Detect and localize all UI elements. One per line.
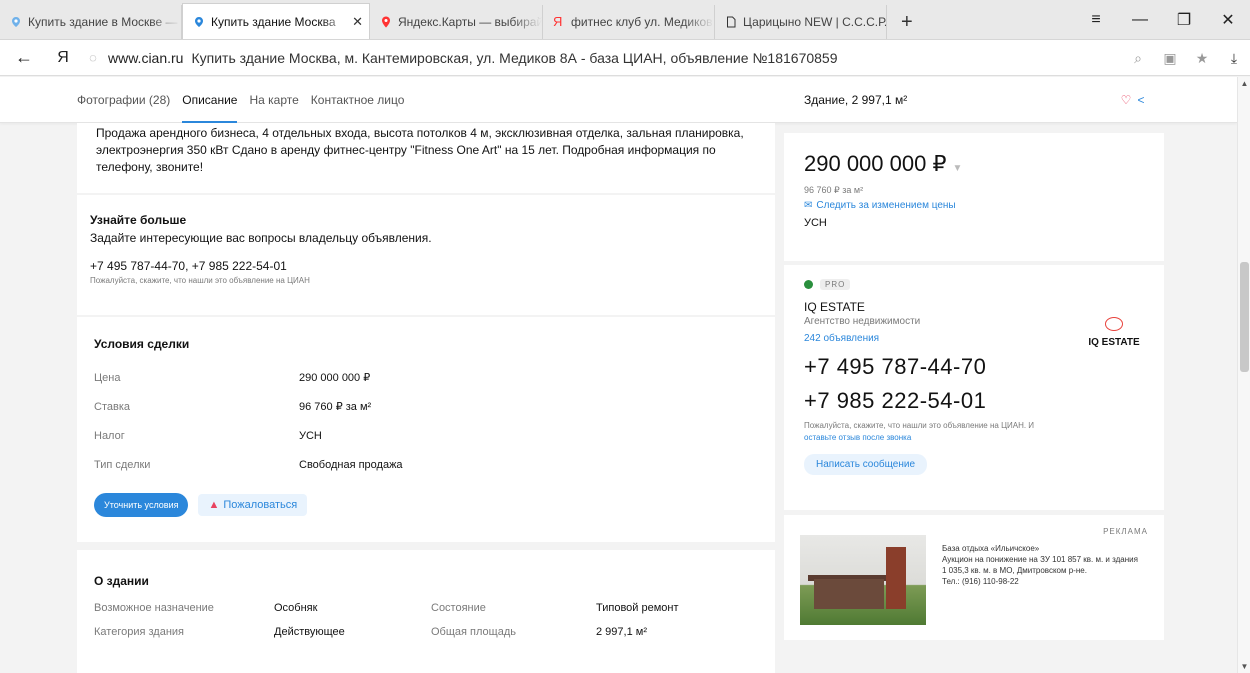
table-row: Налог УСН (94, 429, 322, 442)
building-specs: Возможное назначение Особняк Состояние Т… (94, 602, 679, 638)
download-icon[interactable]: ⤓ (1218, 50, 1250, 67)
description-card: Продажа арендного бизнеса, 4 отдельных в… (77, 123, 775, 193)
address-bar: ← Я ◌ www.cian.ru Купить здание Москва, … (0, 40, 1250, 76)
url-domain[interactable]: www.cian.ru (108, 50, 183, 66)
agent-note: Пожалуйста, скажите, что нашли это объяв… (804, 421, 1035, 442)
tab-yandex-search[interactable]: Я фитнес клуб ул. Медиков (543, 5, 715, 39)
price-amount: 290 000 000 ₽ ▼ (804, 151, 963, 176)
tab-tsaritsyno[interactable]: Царицыно NEW | С.С.С.Р. (715, 5, 887, 39)
search-icon[interactable]: ⌕ (1122, 50, 1154, 67)
tab-yandex-maps[interactable]: Яндекс.Карты — выбирай (370, 5, 543, 39)
owner-phones[interactable]: +7 495 787-44-70, +7 985 222-54-01 (90, 259, 762, 273)
page-content: Продажа арендного бизнеса, 4 отдельных в… (0, 123, 1237, 673)
agent-phone-2[interactable]: +7 985 222-54-01 (804, 388, 1144, 414)
table-row: Тип сделки Свободная продажа (94, 458, 403, 471)
nav-photos[interactable]: Фотографии (28) (77, 77, 170, 123)
deal-terms-title: Условия сделки (94, 337, 190, 351)
agent-name[interactable]: IQ ESTATE (804, 300, 1144, 314)
scrollbar[interactable]: ▲ ▼ (1237, 77, 1250, 673)
maximize-icon[interactable]: ❐ (1162, 10, 1206, 30)
yandex-maps-icon (380, 16, 392, 28)
clarify-terms-button[interactable]: Уточнить условия (94, 493, 189, 517)
nav-contact[interactable]: Контактное лицо (311, 77, 405, 123)
browser-tab-bar: Купить здание в Москве — Купить здание М… (0, 0, 1250, 40)
scrollbar-thumb[interactable] (1240, 262, 1249, 372)
scroll-up-icon[interactable]: ▲ (1238, 79, 1250, 88)
back-arrow-icon[interactable]: ← (0, 47, 48, 68)
close-tab-icon[interactable]: ✕ (352, 14, 363, 30)
agent-phone-1[interactable]: +7 495 787-44-70 (804, 354, 1144, 380)
speech-bubble-icon (1105, 317, 1123, 331)
listing-summary: Здание, 2 997,1 м² (804, 93, 908, 107)
tab-cian-search[interactable]: Купить здание в Москве — (0, 5, 182, 39)
yandex-browser-logo[interactable]: Я (48, 49, 78, 67)
building-title: О здании (94, 574, 149, 588)
bookmark-star-icon[interactable]: ★ (1186, 50, 1218, 67)
learn-more-card: Узнайте больше Задайте интересующие вас … (77, 195, 775, 315)
cian-icon (193, 16, 205, 28)
table-row: Цена 290 000 000 ₽ (94, 371, 371, 385)
menu-icon[interactable]: ≡ (1074, 11, 1118, 29)
ad-image[interactable] (800, 535, 926, 625)
chevron-down-icon[interactable]: ▼ (952, 163, 962, 174)
table-row: Ставка 96 760 ₽ за м² (94, 400, 372, 414)
pro-badge: PRO (804, 279, 1144, 290)
price-per-m2: 96 760 ₽ за м² (804, 185, 864, 195)
scroll-down-icon[interactable]: ▼ (1238, 662, 1250, 671)
reader-icon[interactable]: ▣ (1154, 50, 1186, 67)
close-window-icon[interactable]: ✕ (1206, 10, 1250, 30)
description-text: Продажа арендного бизнеса, 4 отдельных в… (96, 126, 744, 174)
agent-card: PRO IQ ESTATE Агентство недвижимости 242… (784, 265, 1164, 510)
learn-more-title: Узнайте больше (90, 213, 187, 227)
listing-sticky-nav: Фотографии (28) Описание На карте Контак… (0, 77, 1237, 123)
flag-icon: ▲ (208, 499, 220, 511)
nav-map[interactable]: На карте (249, 77, 298, 123)
window-controls: ≡ — ❐ ✕ (1074, 0, 1250, 40)
share-icon[interactable]: < (1132, 91, 1150, 109)
ad-card[interactable]: РЕКЛАМА База отдыха «Ильичское» Аукцион … (784, 515, 1164, 640)
complain-button[interactable]: ▲ Пожаловаться (198, 494, 308, 516)
new-tab-button[interactable]: + (887, 5, 927, 39)
site-info-icon[interactable]: ◌ (78, 50, 108, 65)
nav-description[interactable]: Описание (182, 77, 238, 123)
tab-cian-listing[interactable]: Купить здание Москва ✕ (182, 3, 370, 39)
ad-text: База отдыха «Ильичское» Аукцион на пониж… (942, 544, 1138, 586)
price-card: 290 000 000 ₽ ▼ 96 760 ₽ за м² ✉ Следить з… (784, 133, 1164, 261)
deal-terms-table: Цена 290 000 000 ₽ Ставка 96 760 ₽ за м² Н… (94, 363, 403, 479)
url-page-title[interactable]: Купить здание Москва, м. Кантемировская,… (191, 50, 837, 66)
learn-more-question: Задайте интересующие вас вопросы владель… (90, 231, 432, 245)
mention-cian-note: Пожалуйста, скажите, что нашли это объяв… (90, 276, 310, 285)
building-card: О здании Возможное назначение Особняк Со… (77, 550, 775, 673)
minimize-icon[interactable]: — (1118, 11, 1162, 29)
review-link[interactable]: оставьте отзыв после звонка (804, 433, 911, 442)
yandex-icon: Я (553, 14, 563, 29)
tax-type: УСН (804, 217, 827, 229)
envelope-icon: ✉ (804, 200, 813, 211)
page-icon (725, 16, 737, 28)
follow-price-link[interactable]: ✉ Следить за изменением цены (804, 200, 1144, 211)
verified-check-icon (804, 280, 813, 289)
ad-label: РЕКЛАМА (1103, 527, 1148, 536)
agent-logo[interactable]: IQ ESTATE (1084, 317, 1144, 348)
cian-icon (10, 16, 22, 28)
deal-terms-card: Условия сделки Цена 290 000 000 ₽ Ставка 9… (77, 317, 775, 542)
write-message-button[interactable]: Написать сообщение (804, 454, 928, 475)
